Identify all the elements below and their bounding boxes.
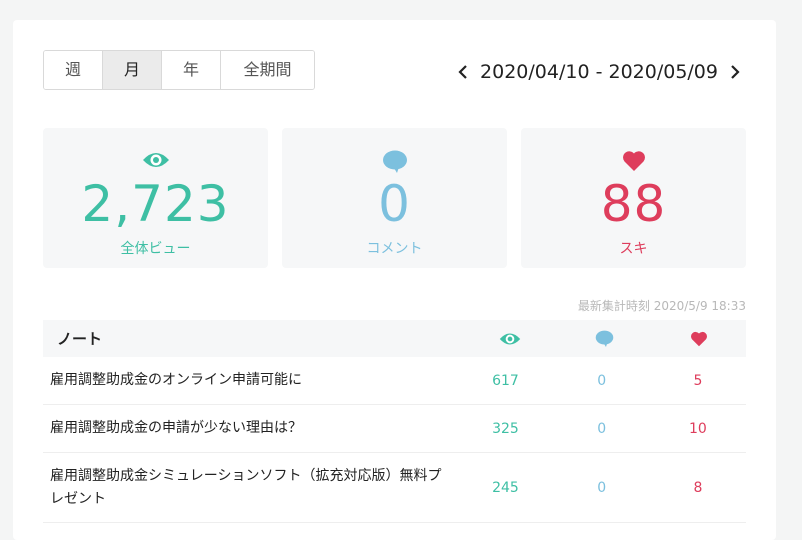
chevron-right-icon[interactable] (726, 60, 744, 84)
views-label: 全体ビュー (120, 241, 191, 257)
views-cell: 325 (492, 420, 519, 437)
table-row[interactable]: 雇用調整助成金シミュレーションソフト（拡充対応版）無料プレゼント 245 0 8 (43, 453, 746, 523)
comments-count: 0 (378, 175, 411, 233)
tab-week[interactable]: 週 (44, 51, 103, 89)
speech-bubble-icon (557, 330, 651, 348)
column-header-note: ノート (57, 330, 103, 348)
stats-card: 週 月 年 全期間 2020/04/10 - 2020/05/09 2,723 … (13, 20, 776, 540)
likes-stat: 88 スキ (521, 128, 746, 268)
chevron-left-icon[interactable] (454, 60, 472, 84)
comments-cell: 0 (597, 372, 607, 389)
notes-table: ノート 雇用調整助成金のオンライン申請可能に 617 0 5 雇用調整助成金の申… (43, 320, 746, 523)
note-title[interactable]: 雇用調整助成金の申請が少ない理由は？ (43, 417, 457, 440)
comments-label: コメント (366, 241, 423, 257)
tab-year[interactable]: 年 (162, 51, 221, 89)
table-header: ノート (43, 320, 746, 357)
table-row[interactable]: 雇用調整助成金のオンライン申請可能に 617 0 5 (43, 357, 746, 405)
heart-icon (652, 331, 746, 347)
note-title[interactable]: 雇用調整助成金のオンライン申請可能に (43, 369, 457, 392)
last-updated: 最新集計時刻 2020/5/9 18:33 (577, 299, 746, 313)
likes-cell: 5 (693, 372, 703, 389)
period-tabs: 週 月 年 全期間 (43, 50, 315, 90)
likes-count: 88 (600, 175, 667, 233)
note-title[interactable]: 雇用調整助成金シミュレーションソフト（拡充対応版）無料プレゼント (43, 465, 457, 511)
views-stat: 2,723 全体ビュー (43, 128, 268, 268)
views-count: 2,723 (81, 175, 230, 233)
likes-cell: 8 (693, 479, 703, 496)
views-cell: 245 (492, 479, 519, 496)
table-row[interactable]: 雇用調整助成金の申請が少ない理由は？ 325 0 10 (43, 405, 746, 453)
date-range-label: 2020/04/10 - 2020/05/09 (480, 61, 718, 83)
comments-cell: 0 (597, 420, 607, 437)
views-cell: 617 (492, 372, 519, 389)
tab-all-time[interactable]: 全期間 (221, 51, 314, 89)
likes-label: スキ (619, 241, 648, 257)
eye-icon (463, 331, 557, 347)
eye-icon (43, 150, 268, 174)
tab-month[interactable]: 月 (103, 51, 162, 89)
date-range-nav: 2020/04/10 - 2020/05/09 (454, 60, 744, 84)
heart-icon (521, 150, 746, 174)
comments-cell: 0 (597, 479, 607, 496)
speech-bubble-icon (282, 150, 507, 174)
comments-stat: 0 コメント (282, 128, 507, 268)
likes-cell: 10 (688, 420, 707, 437)
